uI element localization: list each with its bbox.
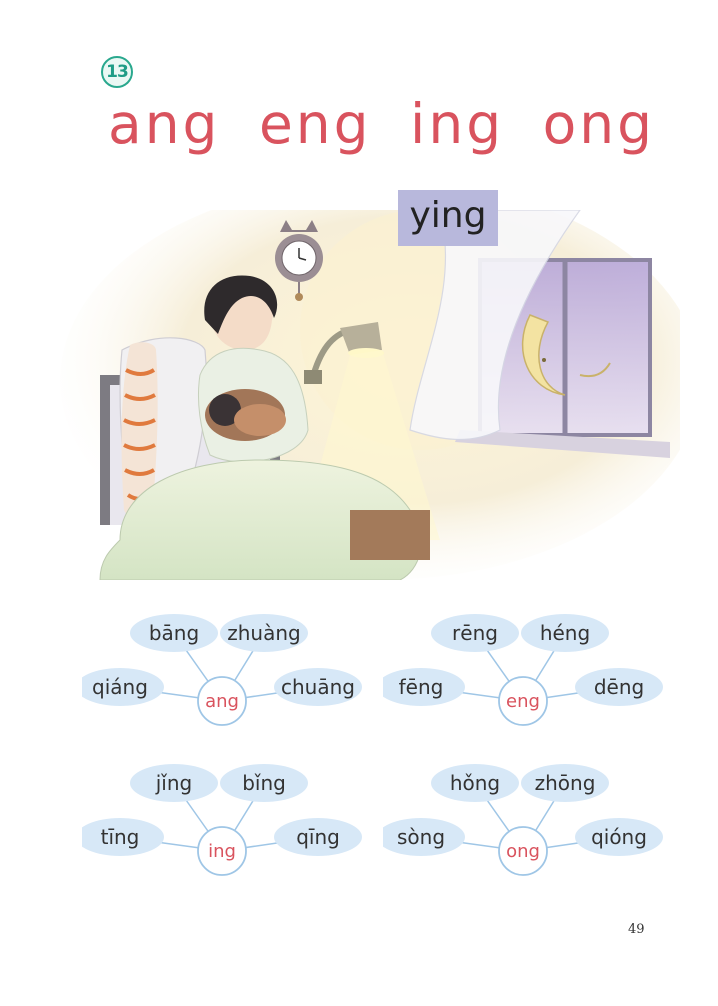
pinyin-word: héng xyxy=(540,621,590,645)
pinyin-word: sòng xyxy=(397,825,445,849)
pinyin-word: rēng xyxy=(452,621,498,645)
pinyin-word: qīng xyxy=(296,825,340,849)
pinyin-word: qióng xyxy=(591,825,647,849)
pinyin-word: tīng xyxy=(101,825,140,849)
syllable-box: ying xyxy=(398,190,498,246)
word-web-ang: bāng zhuàng qiáng chuāng ang xyxy=(82,614,362,726)
pinyin-word: dēng xyxy=(594,675,644,699)
pinyin-word: jǐng xyxy=(155,771,192,795)
bedroom-illustration xyxy=(60,210,680,580)
pinyin-word: zhuàng xyxy=(227,621,300,645)
final-label: ang xyxy=(205,691,239,712)
lesson-number-badge: 13 xyxy=(101,56,133,88)
final-label: ing xyxy=(208,841,236,862)
lesson-title: ang eng ing ong xyxy=(108,92,656,156)
pinyin-word: qiáng xyxy=(92,675,148,699)
pinyin-word: bǐng xyxy=(242,771,286,795)
pinyin-word: hǒng xyxy=(450,771,500,795)
page-number: 49 xyxy=(628,922,645,937)
word-web-ong: hǒng zhōng sòng qióng ong xyxy=(383,764,663,876)
word-web-eng: rēng héng fēng dēng eng xyxy=(383,614,663,726)
final-label: ong xyxy=(506,841,540,862)
pinyin-word: zhōng xyxy=(535,771,596,795)
pinyin-word: fēng xyxy=(399,675,444,699)
final-label: eng xyxy=(506,691,540,712)
pinyin-word: bāng xyxy=(149,621,199,645)
word-web-ing: jǐng bǐng tīng qīng ing xyxy=(82,764,362,876)
pinyin-word: chuāng xyxy=(281,675,355,699)
